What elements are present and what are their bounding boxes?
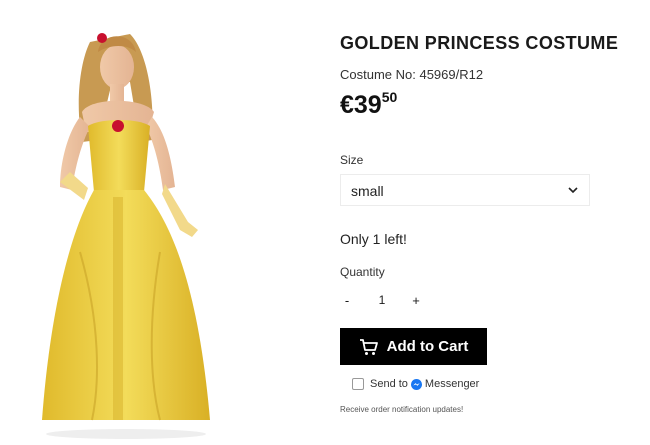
chevron-down-icon: [568, 187, 578, 194]
size-selected-value: small: [351, 183, 384, 199]
cart-icon: [359, 338, 378, 355]
messenger-label: Messenger: [424, 378, 480, 390]
quantity-decrease-button[interactable]: -: [340, 286, 354, 316]
messenger-checkbox[interactable]: [352, 378, 364, 390]
notification-note: Receive order notification updates!: [340, 405, 464, 414]
quantity-input[interactable]: 1: [370, 286, 394, 316]
size-label: Size: [340, 153, 364, 167]
price-cents: 50: [381, 89, 398, 105]
quantity-label: Quantity: [340, 265, 385, 279]
add-to-cart-label: Add to Cart: [386, 338, 469, 355]
messenger-icon: [410, 378, 422, 390]
quantity-increase-button[interactable]: +: [408, 286, 424, 316]
size-select[interactable]: small: [340, 174, 590, 206]
price-main: €39: [340, 91, 382, 119]
send-to-label: Send to: [370, 378, 408, 390]
quantity-stepper: - 1 +: [340, 286, 432, 316]
product-title: GOLDEN PRINCESS COSTUME: [340, 33, 619, 53]
stock-status: Only 1 left!: [340, 231, 407, 247]
product-price: €3950: [340, 89, 398, 120]
product-sku: Costume No: 45969/R12: [340, 67, 484, 82]
product-image: [42, 33, 210, 439]
add-to-cart-button[interactable]: Add to Cart: [340, 328, 487, 365]
send-to-messenger: Send to Messenger: [352, 378, 479, 390]
